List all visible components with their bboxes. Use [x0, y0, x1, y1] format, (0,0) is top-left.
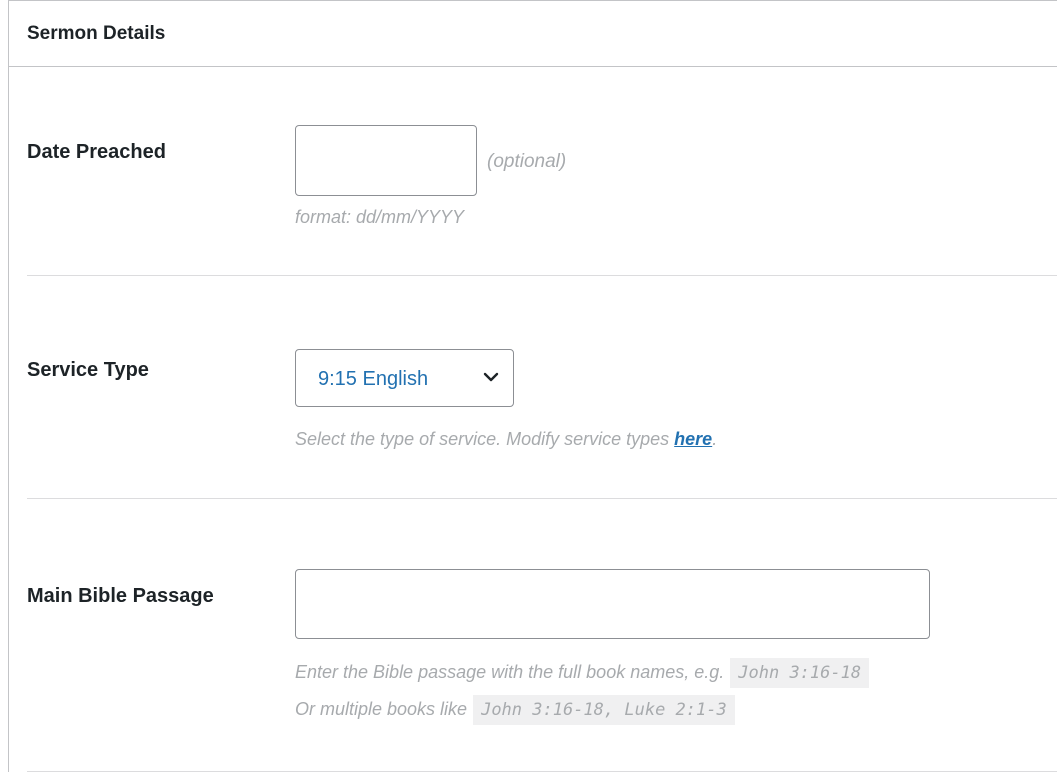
optional-note: (optional): [487, 151, 567, 172]
service-type-description: Select the type of service. Modify servi…: [295, 429, 717, 450]
bible-passage-hint-line2: Or multiple books like John 3:16-18, Luke…: [295, 695, 735, 725]
bible-passage-hint-line1: Enter the Bible passage with the full bo…: [295, 658, 870, 688]
divider: [27, 275, 1057, 276]
panel-header: Sermon Details: [9, 1, 1057, 67]
chevron-down-icon: [483, 372, 499, 382]
example-passage-code: John 3:16-18: [730, 658, 870, 688]
bible-passage-hint-text2: Or multiple books like: [295, 698, 468, 719]
divider: [27, 498, 1057, 499]
sermon-details-panel: Sermon Details Date Preached (optional) …: [8, 0, 1057, 772]
main-bible-passage-label: Main Bible Passage: [27, 585, 214, 607]
date-preached-input[interactable]: [295, 125, 477, 196]
main-bible-passage-input[interactable]: [295, 569, 930, 639]
service-type-label: Service Type: [27, 359, 149, 381]
date-preached-label: Date Preached: [27, 141, 166, 163]
bible-passage-hint-text1: Enter the Bible passage with the full bo…: [295, 661, 725, 682]
service-type-select[interactable]: 9:15 English: [295, 349, 514, 407]
date-format-hint: format: dd/mm/YYYY: [295, 207, 465, 227]
service-type-description-text: Select the type of service. Modify servi…: [295, 429, 675, 449]
example-multiple-passages-code: John 3:16-18, Luke 2:1-3: [473, 695, 735, 725]
modify-service-types-link[interactable]: here: [674, 429, 712, 449]
service-type-description-suffix: .: [712, 429, 718, 449]
service-type-selected-value: 9:15 English: [318, 368, 429, 390]
panel-title: Sermon Details: [27, 23, 166, 44]
